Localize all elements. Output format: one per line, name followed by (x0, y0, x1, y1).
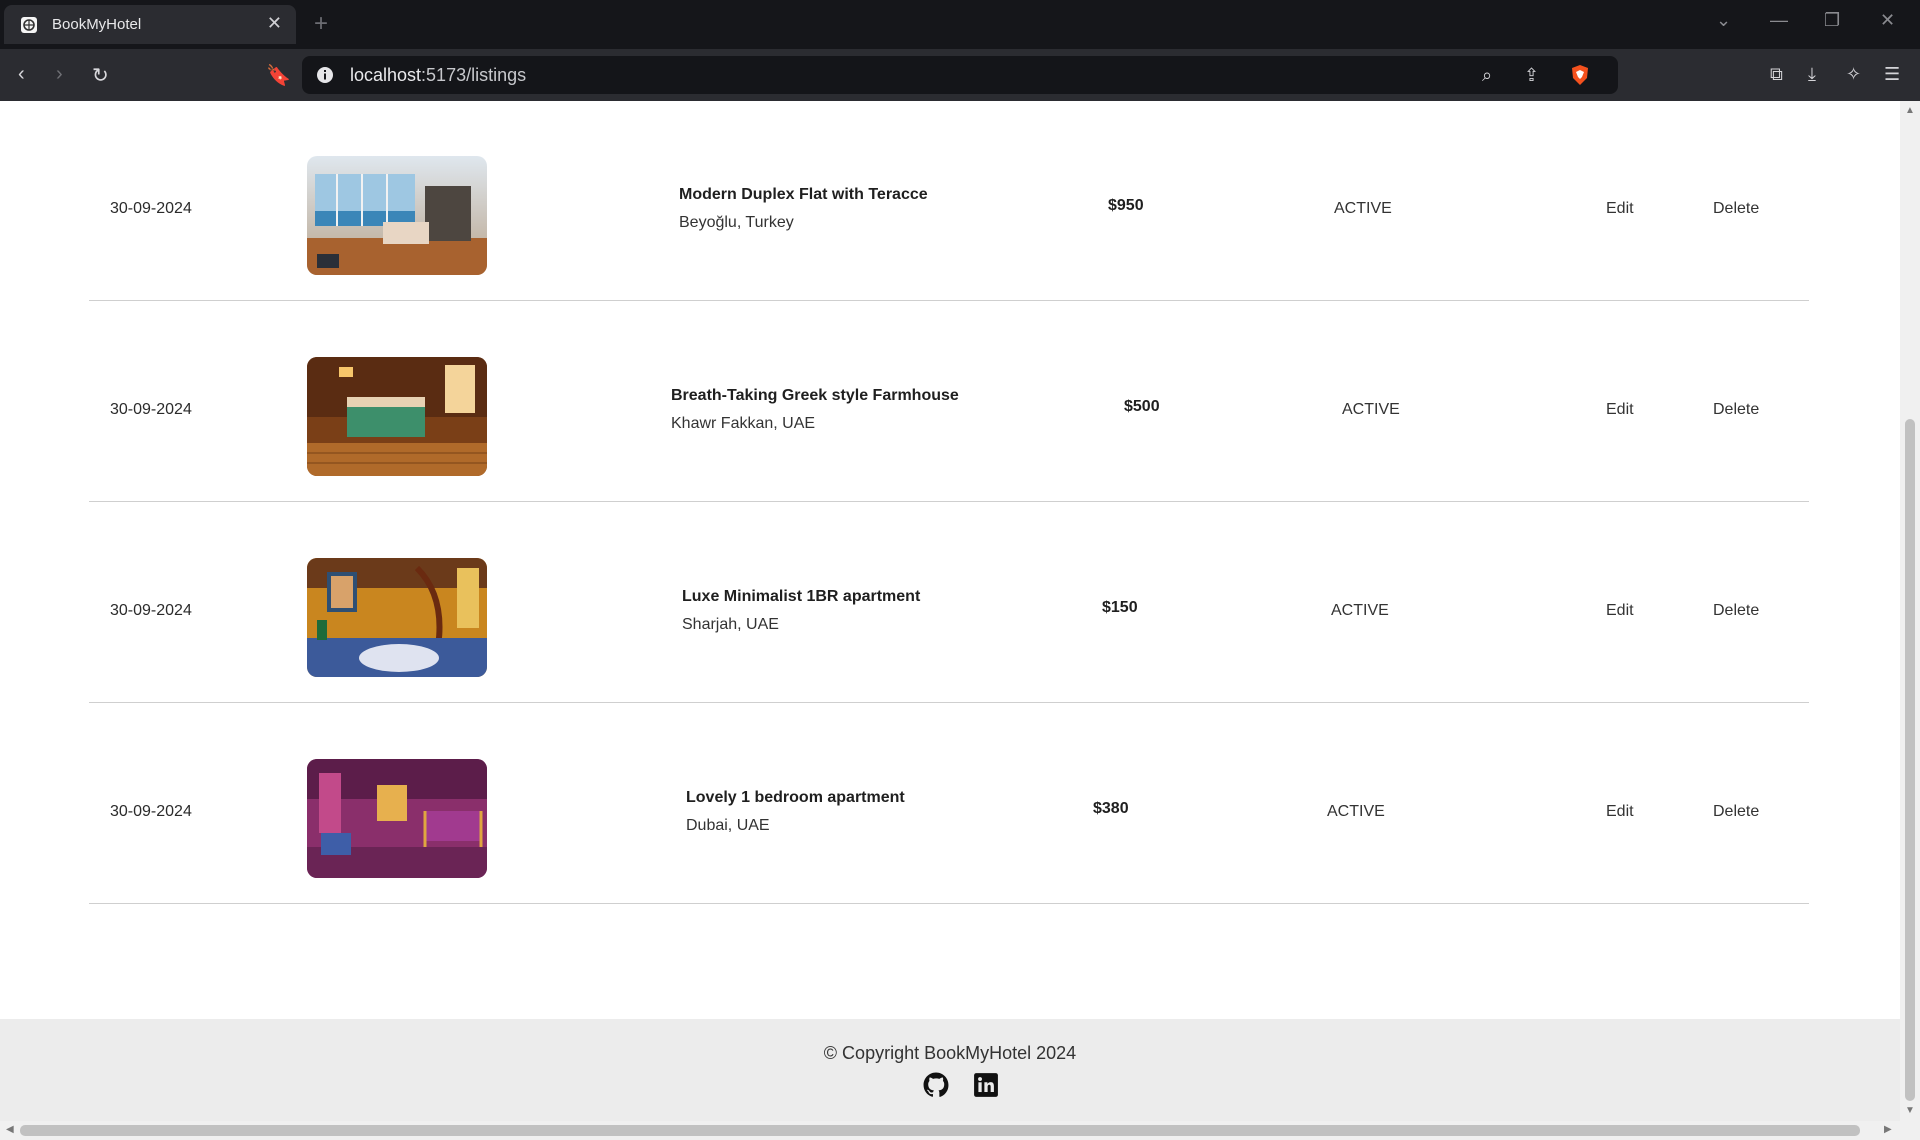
vertical-scroll-thumb[interactable] (1905, 419, 1915, 1101)
listing-price: $150 (1102, 599, 1138, 616)
listing-image (307, 357, 487, 476)
menu-icon[interactable]: ☰ (1884, 64, 1900, 85)
listing-image (307, 156, 487, 275)
listings-page: 30-09-2024 Modern Duplex Flat with Terac (0, 101, 1900, 1121)
listing-date: 30-09-2024 (110, 401, 192, 418)
copyright-text: © Copyright BookMyHotel 2024 (823, 1043, 1077, 1063)
delete-button[interactable]: Delete (1713, 803, 1759, 821)
brave-favicon-icon (21, 17, 37, 33)
listing-location: Beyoğlu, Turkey (679, 214, 794, 231)
leo-ai-icon[interactable]: ✧ (1846, 64, 1861, 85)
listing-row: 30-09-2024 Luxe Minimalist 1BR apartment… (89, 502, 1809, 703)
browser-toolbar: ‹ › ↻ 🔖 localhost:5173/listings ⌕ ⇪ ⧉ ⤓ … (0, 49, 1920, 101)
bookmark-icon[interactable]: 🔖 (266, 63, 291, 88)
linkedin-icon[interactable] (973, 1072, 999, 1098)
listing-price: $500 (1124, 398, 1160, 415)
listing-date: 30-09-2024 (110, 803, 192, 820)
listing-row: 30-09-2024 Lovely 1 bedroom apartment Du… (89, 703, 1809, 904)
listing-name[interactable]: Breath-Taking Greek style Farmhouse (671, 387, 959, 405)
listing-title-block: Modern Duplex Flat with Teracce Beyoğlu,… (679, 186, 928, 232)
tab-close-icon[interactable]: ✕ (267, 13, 282, 34)
new-tab-icon[interactable]: + (314, 10, 328, 38)
zoom-icon[interactable]: ⌕ (1482, 65, 1492, 86)
scroll-left-icon[interactable]: ◀ (6, 1124, 14, 1135)
edit-button[interactable]: Edit (1606, 200, 1634, 218)
delete-button[interactable]: Delete (1713, 602, 1759, 620)
listing-name[interactable]: Lovely 1 bedroom apartment (686, 789, 905, 807)
vertical-scrollbar[interactable]: ▲ ▼ (1900, 101, 1920, 1121)
listing-name[interactable]: Luxe Minimalist 1BR apartment (682, 588, 920, 606)
delete-button[interactable]: Delete (1713, 401, 1759, 419)
listing-row: 30-09-2024 Modern Duplex Flat with Terac (89, 101, 1809, 301)
listing-title-block: Lovely 1 bedroom apartment Dubai, UAE (686, 789, 905, 835)
listing-price: $950 (1108, 197, 1144, 214)
tab-title: BookMyHotel (52, 16, 142, 33)
listing-status: ACTIVE (1327, 803, 1385, 820)
window-close-icon[interactable]: ✕ (1880, 10, 1895, 31)
listing-location: Sharjah, UAE (682, 616, 779, 633)
address-bar[interactable]: localhost:5173/listings ⌕ ⇪ (302, 56, 1618, 94)
browser-tab[interactable]: BookMyHotel ✕ (4, 5, 296, 44)
delete-button[interactable]: Delete (1713, 200, 1759, 218)
extensions-icon[interactable]: ⧉ (1770, 64, 1783, 85)
url-text: localhost:5173/listings (350, 65, 527, 85)
share-icon[interactable]: ⇪ (1524, 65, 1539, 86)
reload-icon[interactable]: ↻ (92, 63, 109, 88)
edit-button[interactable]: Edit (1606, 602, 1634, 620)
listing-row: 30-09-2024 Breath-Taking Greek style Far… (89, 301, 1809, 502)
browser-tab-bar: BookMyHotel ✕ + ⌄ — ❐ ✕ (0, 0, 1920, 49)
listing-price: $380 (1093, 800, 1129, 817)
scroll-down-icon[interactable]: ▼ (1905, 1105, 1915, 1116)
scroll-up-icon[interactable]: ▲ (1905, 105, 1915, 116)
listing-status: ACTIVE (1334, 200, 1392, 217)
github-icon[interactable] (923, 1072, 949, 1098)
listing-image (307, 558, 487, 677)
listing-location: Khawr Fakkan, UAE (671, 415, 816, 432)
site-info-icon[interactable] (316, 66, 334, 84)
listing-status: ACTIVE (1331, 602, 1389, 619)
download-icon[interactable]: ⤓ (1808, 64, 1816, 85)
back-icon[interactable]: ‹ (18, 63, 25, 86)
edit-button[interactable]: Edit (1606, 803, 1634, 821)
listing-title-block: Breath-Taking Greek style Farmhouse Khaw… (671, 387, 959, 433)
footer: © Copyright BookMyHotel 2024 (0, 1019, 1900, 1121)
horizontal-scrollbar[interactable]: ◀ ▶ (0, 1121, 1920, 1140)
restore-icon[interactable]: ❐ (1824, 10, 1840, 31)
listing-status: ACTIVE (1342, 401, 1400, 418)
forward-icon[interactable]: › (56, 63, 63, 86)
scroll-right-icon[interactable]: ▶ (1884, 1124, 1892, 1135)
tab-list-chevron-icon[interactable]: ⌄ (1716, 10, 1731, 31)
listing-image (307, 759, 487, 878)
edit-button[interactable]: Edit (1606, 401, 1634, 419)
listing-name[interactable]: Modern Duplex Flat with Teracce (679, 186, 928, 204)
listing-location: Dubai, UAE (686, 817, 770, 834)
listing-date: 30-09-2024 (110, 200, 192, 217)
listing-title-block: Luxe Minimalist 1BR apartment Sharjah, U… (682, 588, 920, 634)
listing-date: 30-09-2024 (110, 602, 192, 619)
horizontal-scroll-thumb[interactable] (20, 1125, 1860, 1136)
minimize-icon[interactable]: — (1770, 10, 1788, 31)
brave-shield-icon[interactable] (1570, 64, 1590, 86)
